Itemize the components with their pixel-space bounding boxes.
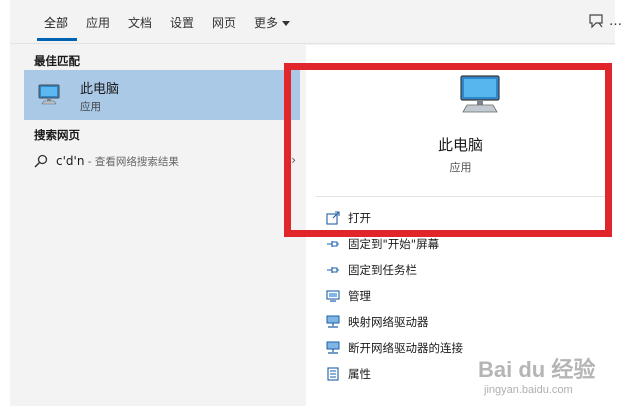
network-drive-icon bbox=[326, 341, 340, 354]
computer-icon bbox=[460, 75, 500, 113]
results-panel: 最佳匹配 此电脑 应用 搜索网页 c'd'n - 查看网络搜索结果 › bbox=[10, 45, 300, 406]
divider bbox=[316, 196, 605, 197]
action-pin-taskbar-label: 固定到任务栏 bbox=[348, 263, 417, 277]
network-drive-icon bbox=[326, 315, 340, 328]
action-manage-label: 管理 bbox=[348, 289, 371, 303]
pin-icon bbox=[327, 241, 339, 247]
tab-web[interactable]: 网页 bbox=[212, 14, 236, 31]
detail-subtitle: 应用 bbox=[449, 161, 472, 174]
action-map-drive-label: 映射网络驱动器 bbox=[348, 315, 429, 329]
tab-settings[interactable]: 设置 bbox=[170, 14, 194, 31]
detail-title: 此电脑 bbox=[437, 136, 483, 154]
open-icon bbox=[326, 211, 340, 225]
action-pin-start-label: 固定到"开始"屏幕 bbox=[348, 237, 440, 251]
best-match-title: 此电脑 bbox=[80, 82, 120, 97]
feedback-icon[interactable] bbox=[587, 12, 605, 30]
computer-icon bbox=[38, 84, 60, 105]
tab-more-label: 更多 bbox=[254, 16, 279, 30]
detail-panel: 此电脑 应用 打开 固定到"开始"屏幕 固定到任务栏 管理 映射网络驱动器 断开… bbox=[306, 45, 615, 406]
web-search-heading: 搜索网页 bbox=[34, 128, 80, 142]
action-properties-label: 属性 bbox=[348, 367, 371, 381]
tab-more[interactable]: 更多 bbox=[254, 14, 291, 31]
chevron-down-icon bbox=[282, 21, 291, 26]
search-icon bbox=[34, 154, 48, 168]
tab-apps[interactable]: 应用 bbox=[86, 14, 110, 31]
manage-icon bbox=[326, 290, 340, 302]
search-window: 全部 应用 文档 设置 网页 更多 … 最佳匹配 此电脑 应用 搜索网页 c'd… bbox=[10, 0, 622, 406]
search-tab-bar: 全部 应用 文档 设置 网页 更多 … bbox=[10, 0, 622, 44]
tab-documents[interactable]: 文档 bbox=[128, 14, 152, 31]
pin-icon bbox=[327, 267, 339, 273]
active-tab-indicator bbox=[37, 38, 77, 41]
action-disconnect-drive-label: 断开网络驱动器的连接 bbox=[348, 341, 463, 355]
action-open-label: 打开 bbox=[348, 211, 371, 225]
web-search-item[interactable]: c'd'n - 查看网络搜索结果 › bbox=[24, 149, 300, 175]
web-search-query-text: c'd'n bbox=[56, 154, 85, 168]
best-match-heading: 最佳匹配 bbox=[34, 54, 80, 68]
properties-icon bbox=[327, 367, 339, 381]
chevron-right-icon[interactable]: › bbox=[291, 153, 296, 167]
web-search-suffix: - 查看网络搜索结果 bbox=[84, 156, 179, 168]
best-match-subtitle: 应用 bbox=[80, 101, 101, 113]
tab-all[interactable]: 全部 bbox=[44, 14, 68, 31]
best-match-item[interactable]: 此电脑 应用 bbox=[24, 70, 300, 120]
web-search-query: c'd'n - 查看网络搜索结果 bbox=[56, 154, 179, 169]
more-options-icon[interactable]: … bbox=[609, 14, 623, 29]
